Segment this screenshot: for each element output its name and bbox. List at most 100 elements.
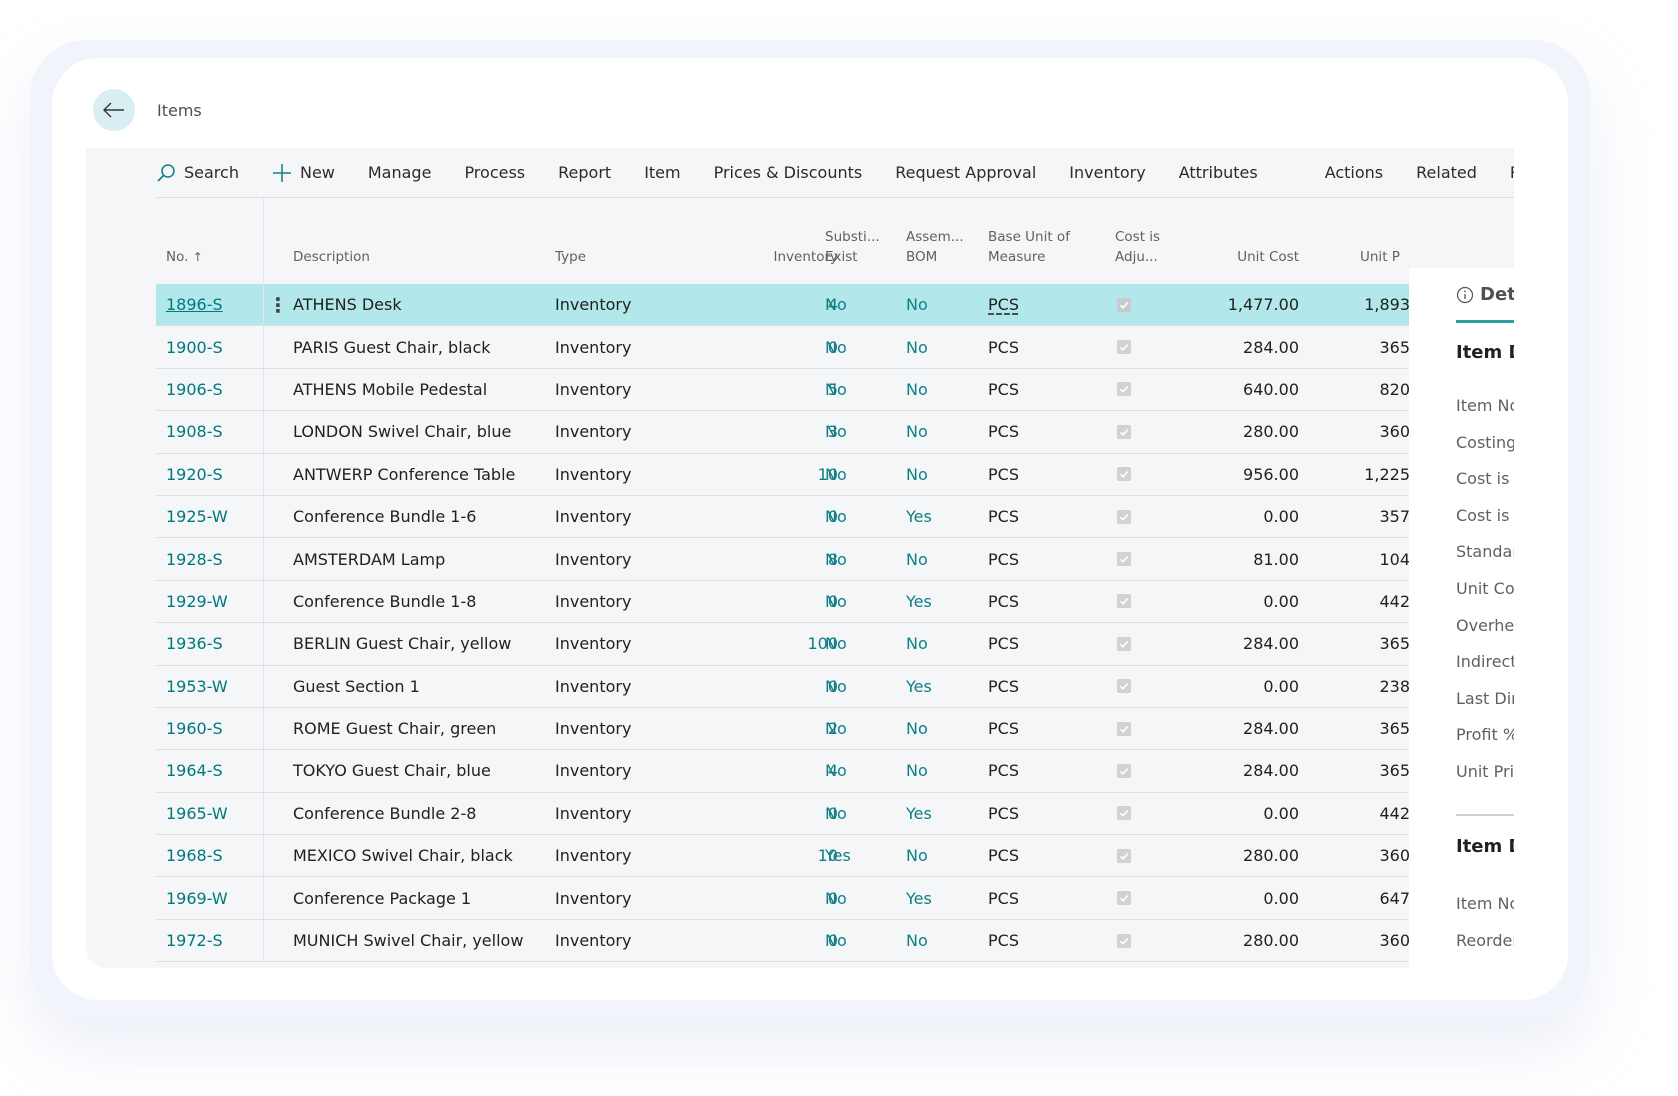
- assembly-bom-link[interactable]: Yes: [906, 666, 932, 707]
- assembly-bom-link[interactable]: No: [906, 369, 928, 410]
- table-row[interactable]: 1969-W Conference Package 1 Inventory 0 No Ye…: [156, 877, 1410, 920]
- item-no-link[interactable]: 1953-W: [166, 666, 228, 707]
- substitutes-exist-link[interactable]: No: [825, 496, 847, 537]
- assembly-bom-link[interactable]: No: [906, 411, 928, 452]
- substitutes-exist-link[interactable]: No: [825, 666, 847, 707]
- table-row[interactable]: 1900-S PARIS Guest Chair, black Inventory 0…: [156, 326, 1410, 369]
- item-no-link[interactable]: 1906-S: [166, 369, 223, 410]
- header-substitutes[interactable]: Substi... Exist: [825, 227, 880, 267]
- assembly-bom-link[interactable]: No: [906, 750, 928, 791]
- row-actions-menu-icon[interactable]: ⋮: [263, 284, 293, 325]
- inventory-link[interactable]: 10: [738, 454, 838, 495]
- inventory-link[interactable]: 0: [738, 581, 838, 622]
- inventory-link[interactable]: 0: [738, 666, 838, 707]
- header-type[interactable]: Type: [555, 247, 586, 267]
- substitutes-exist-link[interactable]: No: [825, 369, 847, 410]
- table-row[interactable]: 1953-W Guest Section 1 Inventory 0 No Yes PCS 0…: [156, 665, 1410, 708]
- item-no-link[interactable]: 1900-S: [166, 326, 223, 367]
- item-no-link[interactable]: 1968-S: [166, 835, 223, 876]
- inventory-link[interactable]: 0: [738, 920, 838, 961]
- inventory-link[interactable]: 0: [738, 877, 838, 918]
- table-row[interactable]: 1972-S MUNICH Swivel Chair, yellow Invento…: [156, 919, 1410, 963]
- header-assembly-bom[interactable]: Assem... BOM: [906, 227, 964, 267]
- substitutes-exist-link[interactable]: No: [825, 708, 847, 749]
- table-row[interactable]: 1929-W Conference Bundle 1-8 Inventory 0 No Y…: [156, 580, 1410, 624]
- item-no-link[interactable]: 1925-W: [166, 496, 228, 537]
- substitutes-exist-link[interactable]: No: [825, 750, 847, 791]
- item-no-link[interactable]: 1908-S: [166, 411, 223, 452]
- assembly-bom-link[interactable]: No: [906, 538, 928, 579]
- substitutes-exist-link[interactable]: No: [825, 623, 847, 664]
- inventory-link[interactable]: 10: [738, 835, 838, 876]
- toolbar-report-button[interactable]: Report: [558, 148, 611, 197]
- item-no-link[interactable]: 1929-W: [166, 581, 228, 622]
- table-row[interactable]: 1968-S MEXICO Swivel Chair, black Inventor…: [156, 835, 1410, 878]
- assembly-bom-link[interactable]: No: [906, 835, 928, 876]
- substitutes-exist-link[interactable]: Yes: [825, 835, 851, 876]
- inventory-link[interactable]: 0: [738, 326, 838, 367]
- item-no-link[interactable]: 1960-S: [166, 708, 223, 749]
- inventory-link[interactable]: 3: [738, 411, 838, 452]
- item-no-link[interactable]: 1936-S: [166, 623, 223, 664]
- table-row[interactable]: 1964-S TOKYO Guest Chair, blue Inventory 4 N…: [156, 750, 1410, 793]
- toolbar-new-button[interactable]: New: [272, 148, 335, 197]
- assembly-bom-link[interactable]: No: [906, 454, 928, 495]
- assembly-bom-link[interactable]: No: [906, 284, 928, 325]
- toolbar-prices-discounts-button[interactable]: Prices & Discounts: [714, 148, 863, 197]
- item-no-link[interactable]: 1965-W: [166, 793, 228, 834]
- header-base-unit[interactable]: Base Unit of Measure: [988, 227, 1070, 267]
- toolbar-search-button[interactable]: Search: [156, 148, 239, 197]
- inventory-link[interactable]: 4: [738, 284, 838, 325]
- assembly-bom-link[interactable]: Yes: [906, 581, 932, 622]
- header-cost-adjusted[interactable]: Cost is Adju...: [1115, 227, 1160, 267]
- assembly-bom-link[interactable]: No: [906, 708, 928, 749]
- item-no-link[interactable]: 1964-S: [166, 750, 223, 791]
- item-no-link[interactable]: 1928-S: [166, 538, 223, 579]
- details-tab[interactable]: Deta: [1456, 284, 1514, 305]
- inventory-link[interactable]: 5: [738, 369, 838, 410]
- inventory-link[interactable]: 2: [738, 708, 838, 749]
- item-no-link[interactable]: 1920-S: [166, 454, 223, 495]
- inventory-link[interactable]: 100: [738, 623, 838, 664]
- substitutes-exist-link[interactable]: No: [825, 581, 847, 622]
- substitutes-exist-link[interactable]: No: [825, 454, 847, 495]
- table-row[interactable]: 1936-S BERLIN Guest Chair, yellow Inventor…: [156, 623, 1410, 666]
- assembly-bom-link[interactable]: No: [906, 326, 928, 367]
- toolbar-attributes-button[interactable]: Attributes: [1179, 148, 1258, 197]
- toolbar-inventory-button[interactable]: Inventory: [1069, 148, 1145, 197]
- base-unit-cell[interactable]: PCS: [988, 284, 1019, 325]
- table-row[interactable]: 1965-W Conference Bundle 2-8 Inventory 0 No Y…: [156, 792, 1410, 836]
- table-row[interactable]: 1908-S LONDON Swivel Chair, blue Inventory…: [156, 411, 1410, 454]
- toolbar-repo-button[interactable]: Repo: [1510, 148, 1514, 197]
- header-unit-price[interactable]: Unit P: [1310, 247, 1410, 267]
- assembly-bom-link[interactable]: Yes: [906, 877, 932, 918]
- substitutes-exist-link[interactable]: No: [825, 877, 847, 918]
- table-row[interactable]: 1925-W Conference Bundle 1-6 Inventory 0 No Y…: [156, 495, 1410, 539]
- toolbar-related-button[interactable]: Related: [1416, 148, 1477, 197]
- item-no-link[interactable]: 1972-S: [166, 920, 223, 961]
- back-button[interactable]: [93, 89, 135, 131]
- table-row[interactable]: 1896-S ⋮ ATHENS Desk Inventory 4 No No PCS 1,477…: [156, 284, 1410, 327]
- header-no[interactable]: No. ↑: [166, 247, 203, 267]
- toolbar-item-button[interactable]: Item: [644, 148, 680, 197]
- toolbar-actions-button[interactable]: Actions: [1325, 148, 1383, 197]
- substitutes-exist-link[interactable]: No: [825, 920, 847, 961]
- inventory-link[interactable]: 4: [738, 750, 838, 791]
- substitutes-exist-link[interactable]: No: [825, 411, 847, 452]
- substitutes-exist-link[interactable]: No: [825, 284, 847, 325]
- inventory-link[interactable]: 8: [738, 538, 838, 579]
- toolbar-request-approval-button[interactable]: Request Approval: [895, 148, 1036, 197]
- table-row[interactable]: 1960-S ROME Guest Chair, green Inventory 2 N…: [156, 707, 1410, 751]
- assembly-bom-link[interactable]: No: [906, 623, 928, 664]
- header-description[interactable]: Description: [293, 247, 370, 267]
- item-no-link[interactable]: 1896-S: [166, 284, 223, 325]
- assembly-bom-link[interactable]: Yes: [906, 793, 932, 834]
- substitutes-exist-link[interactable]: No: [825, 793, 847, 834]
- assembly-bom-link[interactable]: Yes: [906, 496, 932, 537]
- substitutes-exist-link[interactable]: No: [825, 538, 847, 579]
- toolbar-process-button[interactable]: Process: [464, 148, 525, 197]
- table-row[interactable]: 1920-S ANTWERP Conference Table Inventory 1…: [156, 453, 1410, 496]
- inventory-link[interactable]: 0: [738, 793, 838, 834]
- inventory-link[interactable]: 0: [738, 496, 838, 537]
- header-unit-cost[interactable]: Unit Cost: [1199, 247, 1299, 267]
